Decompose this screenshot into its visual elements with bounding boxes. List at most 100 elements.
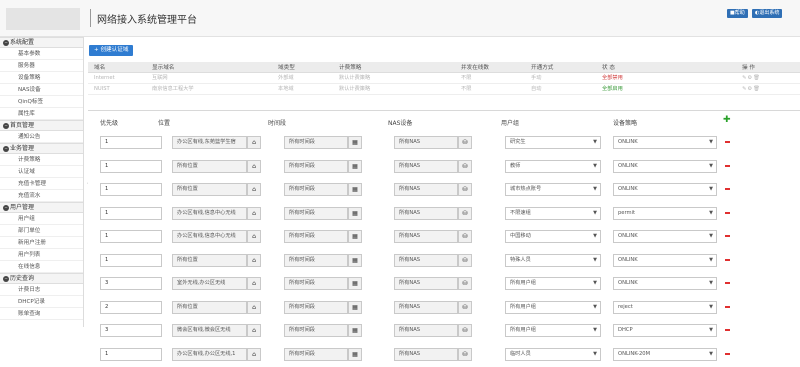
location-field[interactable]: 所有位置 — [172, 183, 247, 196]
router-icon[interactable]: ⛁ — [458, 159, 472, 173]
home-icon[interactable]: ⌂ — [247, 183, 261, 196]
calendar-icon[interactable]: ▦ — [348, 206, 362, 220]
router-icon[interactable]: ⛁ — [458, 347, 472, 361]
sidebar-item[interactable]: 计费日志 — [0, 284, 83, 296]
add-rule-icon[interactable]: ✚ — [723, 115, 731, 125]
time-field[interactable]: 所有时间段 — [284, 183, 348, 196]
priority-input[interactable]: 1 — [100, 206, 162, 220]
sidebar-item[interactable]: 通知公告 — [0, 131, 83, 143]
location-field[interactable]: 所有位置 — [172, 253, 247, 267]
home-icon[interactable]: ⌂ — [247, 324, 261, 337]
location-field[interactable]: 办公区有线,办公区无线,1 — [172, 347, 247, 361]
router-icon[interactable]: ⛁ — [458, 300, 472, 314]
home-icon[interactable]: ⌂ — [247, 230, 261, 243]
location-field[interactable]: 室外无线,办公区无线 — [172, 277, 247, 290]
time-field[interactable]: 所有时间段 — [284, 347, 348, 361]
sidebar-item[interactable]: 基本参数 — [0, 48, 83, 60]
sidebar-section-1[interactable]: − 首页管理 — [0, 120, 83, 131]
calendar-icon[interactable]: ▦ — [348, 300, 362, 314]
sidebar-item[interactable]: 新用户注册 — [0, 237, 83, 249]
location-field[interactable]: 办公区有线,信息中心无线 — [172, 206, 247, 220]
remove-rule-icon[interactable] — [725, 258, 730, 261]
home-icon[interactable]: ⌂ — [247, 206, 261, 220]
nas-field[interactable]: 所有NAS — [394, 183, 458, 196]
home-icon[interactable]: ⌂ — [247, 159, 261, 173]
row-actions[interactable]: ✎⚙🗑 — [736, 83, 800, 95]
calendar-icon[interactable]: ▦ — [348, 277, 362, 290]
sidebar-item[interactable]: 认证域 — [0, 166, 83, 178]
row-actions[interactable]: ✎⚙🗑 — [736, 72, 800, 84]
nas-field[interactable]: 所有NAS — [394, 206, 458, 220]
nas-field[interactable]: 所有NAS — [394, 324, 458, 337]
device-policy-select[interactable]: permit ▼ — [613, 206, 717, 220]
nas-field[interactable]: 所有NAS — [394, 136, 458, 149]
sidebar-item[interactable]: 用户列表 — [0, 249, 83, 261]
user-group-select[interactable]: 不限速组 ▼ — [505, 206, 601, 220]
router-icon[interactable]: ⛁ — [458, 324, 472, 337]
nas-field[interactable]: 所有NAS — [394, 300, 458, 314]
sidebar-section-0[interactable]: − 系统配置 — [0, 37, 83, 48]
sidebar-item[interactable]: 计费策略 — [0, 154, 83, 166]
calendar-icon[interactable]: ▦ — [348, 324, 362, 337]
sidebar-item[interactable]: 充值流水 — [0, 190, 83, 202]
device-policy-select[interactable]: reject ▼ — [613, 300, 717, 314]
device-policy-select[interactable]: ONLINK ▼ — [613, 230, 717, 243]
home-icon[interactable]: ⌂ — [247, 347, 261, 361]
calendar-icon[interactable]: ▦ — [348, 253, 362, 267]
priority-input[interactable]: 1 — [100, 136, 162, 149]
create-domain-button[interactable]: + 创建认证域 — [89, 45, 134, 56]
router-icon[interactable]: ⛁ — [458, 136, 472, 149]
time-field[interactable]: 所有时间段 — [284, 324, 348, 337]
time-field[interactable]: 所有时间段 — [284, 277, 348, 290]
router-icon[interactable]: ⛁ — [458, 206, 472, 220]
sidebar-item[interactable]: 账单查询 — [0, 308, 83, 320]
priority-input[interactable]: 1 — [100, 253, 162, 267]
user-group-select[interactable]: 研究生 ▼ — [505, 136, 601, 149]
calendar-icon[interactable]: ▦ — [348, 136, 362, 149]
remove-rule-icon[interactable] — [725, 352, 730, 355]
time-field[interactable]: 所有时间段 — [284, 230, 348, 243]
user-group-select[interactable]: 中国移动 ▼ — [505, 230, 601, 243]
router-icon[interactable]: ⛁ — [458, 277, 472, 290]
remove-rule-icon[interactable] — [725, 235, 730, 237]
home-icon[interactable]: ⌂ — [247, 253, 261, 267]
time-field[interactable]: 所有时间段 — [284, 159, 348, 173]
location-field[interactable]: 办公区有线,东苑篮学生宿 — [172, 136, 247, 149]
sidebar-item[interactable]: 部门单位 — [0, 225, 83, 237]
sidebar-item[interactable]: DHCP记录 — [0, 296, 83, 308]
time-field[interactable]: 所有时间段 — [284, 253, 348, 267]
remove-rule-icon[interactable] — [725, 305, 730, 308]
device-policy-select[interactable]: DHCP ▼ — [613, 324, 717, 337]
help-button[interactable]: ■帮助 — [727, 9, 748, 18]
remove-rule-icon[interactable] — [725, 141, 730, 143]
sidebar-item[interactable]: 设备策略 — [0, 72, 83, 84]
location-field[interactable]: 办公区有线,信息中心无线 — [172, 230, 247, 243]
time-field[interactable]: 所有时间段 — [284, 136, 348, 149]
sidebar-section-2[interactable]: − 业务管理 — [0, 143, 83, 154]
sidebar-section-4[interactable]: − 历史查询 — [0, 273, 83, 284]
home-icon[interactable]: ⌂ — [247, 300, 261, 314]
priority-input[interactable]: 1 — [100, 230, 162, 243]
nas-field[interactable]: 所有NAS — [394, 253, 458, 267]
calendar-icon[interactable]: ▦ — [348, 183, 362, 196]
remove-rule-icon[interactable] — [725, 164, 730, 167]
user-group-select[interactable]: 临时人员 ▼ — [505, 347, 601, 361]
sidebar-item[interactable]: 充值卡管理 — [0, 178, 83, 190]
priority-input[interactable]: 1 — [100, 159, 162, 173]
router-icon[interactable]: ⛁ — [458, 230, 472, 243]
sidebar-item[interactable]: 属性库 — [0, 108, 83, 120]
priority-input[interactable]: 1 — [100, 347, 162, 361]
time-field[interactable]: 所有时间段 — [284, 206, 348, 220]
device-policy-select[interactable]: ONLINK ▼ — [613, 277, 717, 290]
calendar-icon[interactable]: ▦ — [348, 347, 362, 361]
calendar-icon[interactable]: ▦ — [348, 230, 362, 243]
user-group-select[interactable]: 特殊人员 ▼ — [505, 253, 601, 267]
time-field[interactable]: 所有时间段 — [284, 300, 348, 314]
sidebar-item[interactable]: QinQ标签 — [0, 96, 83, 108]
location-field[interactable]: 所有位置 — [172, 159, 247, 173]
user-group-select[interactable]: 所有用户组 ▼ — [505, 324, 601, 337]
priority-input[interactable]: 1 — [100, 183, 162, 196]
logout-button[interactable]: ◐退出系统 — [752, 9, 783, 18]
sidebar-section-3[interactable]: − 用户管理 — [0, 202, 83, 213]
sidebar-item[interactable]: 在线信息 — [0, 261, 83, 273]
